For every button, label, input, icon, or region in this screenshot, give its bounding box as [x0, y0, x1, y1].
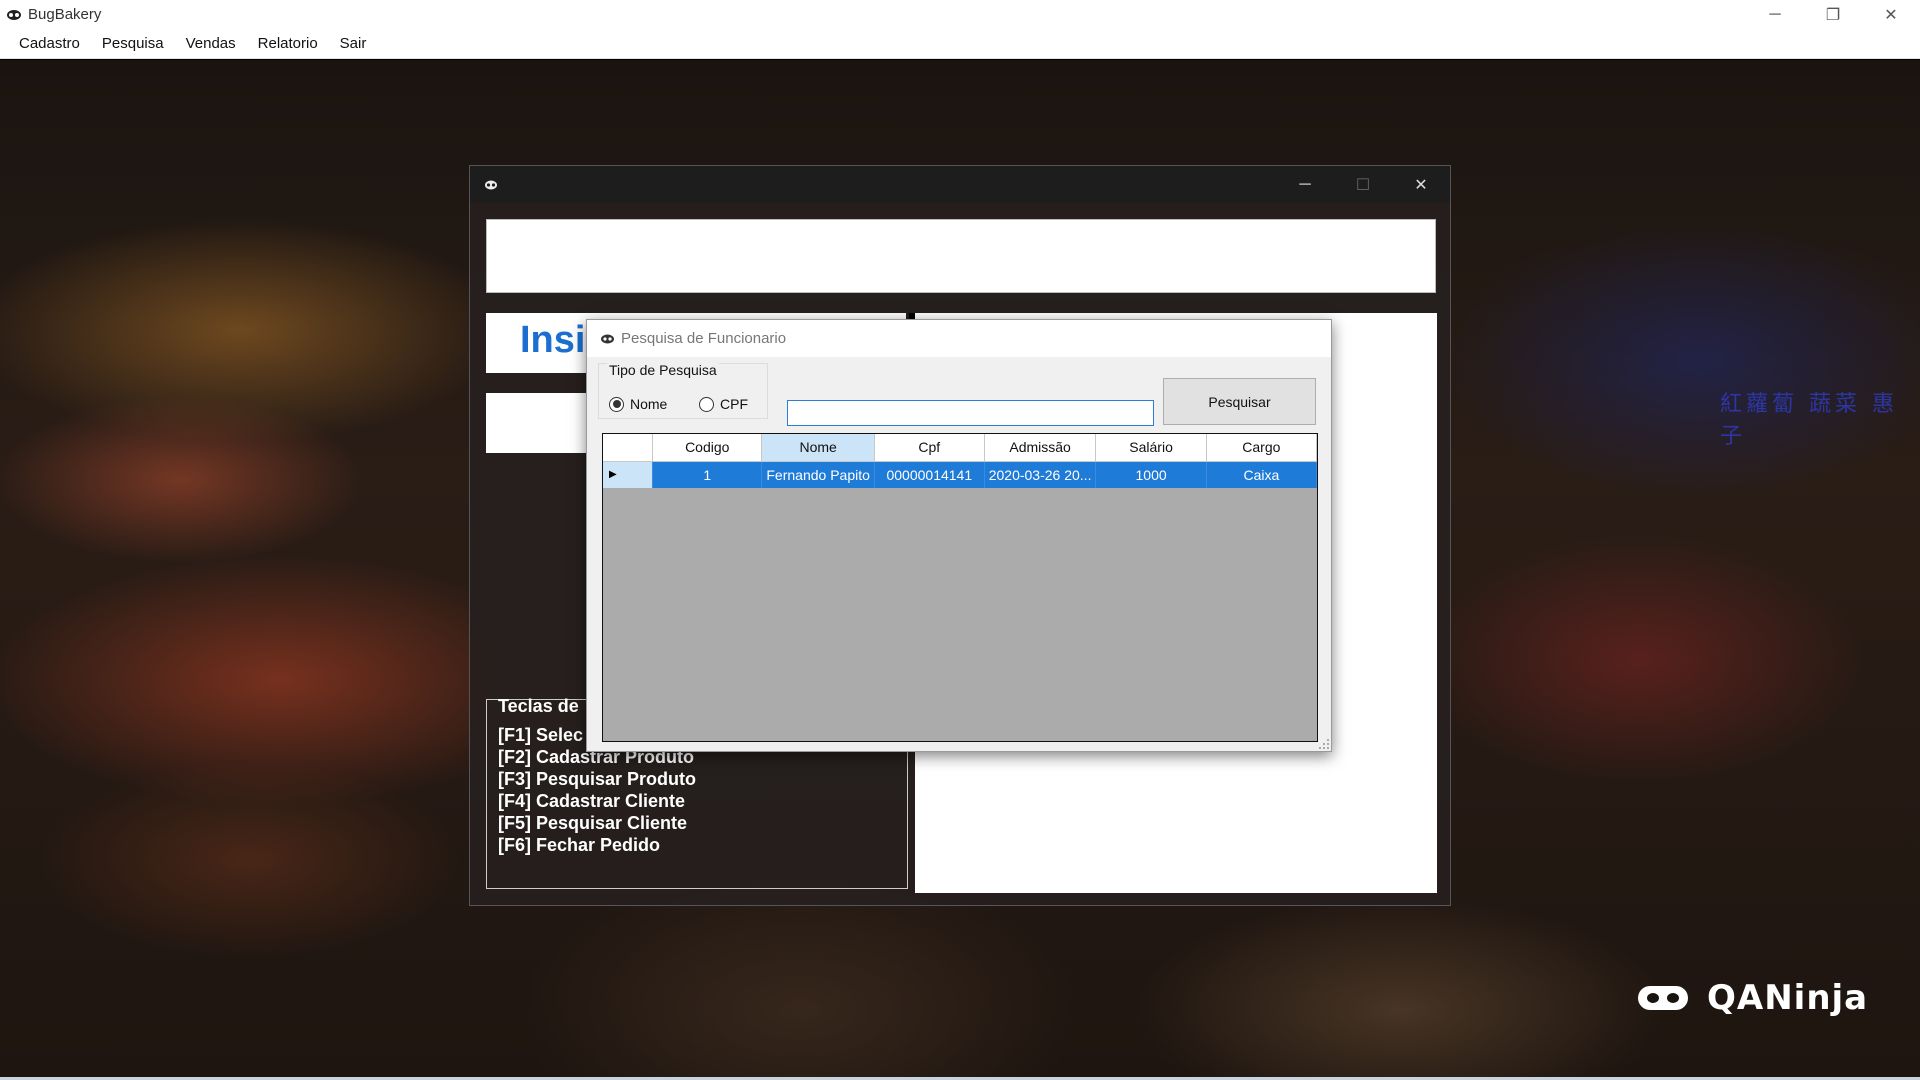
app-title: BugBakery — [28, 6, 102, 23]
menu-item-relatorio[interactable]: Relatorio — [247, 29, 329, 59]
resize-grip-icon[interactable] — [1319, 739, 1329, 749]
row-selector-arrow-icon[interactable]: ▶ — [603, 461, 654, 488]
minimize-icon[interactable]: ─ — [1746, 0, 1804, 29]
top-panel — [486, 219, 1436, 293]
qaninja-mask-icon — [1638, 986, 1688, 1010]
cell-codigo[interactable]: 1 — [652, 461, 763, 488]
dialog-mask-icon — [601, 334, 614, 343]
radio-cpf-label: CPF — [720, 396, 748, 412]
radio-nome[interactable]: Nome — [609, 396, 667, 412]
cell-nome[interactable]: Fernando Papito — [761, 461, 875, 488]
column-header-cargo[interactable]: Cargo — [1206, 434, 1317, 462]
shortcut-f3: [F3] Pesquisar Produto — [498, 769, 697, 789]
column-header-nome[interactable]: Nome — [761, 434, 875, 462]
menu-bar: Cadastro Pesquisa Vendas Relatorio Sair — [0, 29, 1920, 59]
shortcut-f4: [F4] Cadastrar Cliente — [498, 791, 686, 811]
cell-cpf[interactable]: 00000014141 — [874, 461, 985, 488]
cell-admissao[interactable]: 2020-03-26 20... — [984, 461, 1097, 488]
left-header-text: Insi — [520, 319, 586, 361]
shortcut-f6: [F6] Fechar Pedido — [498, 835, 661, 855]
radio-cpf-indicator[interactable] — [699, 396, 714, 412]
column-header-admissao[interactable]: Admissão — [984, 434, 1097, 462]
grid-corner-header — [603, 434, 654, 462]
app-mask-icon — [7, 9, 21, 20]
main-titlebar: BugBakery ─ ❐ ✕ — [0, 0, 1920, 29]
child-minimize-icon[interactable]: ─ — [1276, 166, 1334, 203]
results-grid[interactable]: Codigo Nome Cpf Admissão Salário Cargo ▶… — [602, 433, 1318, 742]
menu-item-cadastro[interactable]: Cadastro — [8, 29, 91, 59]
search-input[interactable] — [787, 400, 1154, 426]
radio-nome-indicator[interactable] — [609, 396, 624, 412]
qaninja-brand: QANinja — [1707, 978, 1869, 1018]
menu-item-pesquisa[interactable]: Pesquisa — [91, 29, 175, 59]
results-table: Codigo Nome Cpf Admissão Salário Cargo ▶… — [603, 434, 1317, 488]
cell-salario[interactable]: 1000 — [1095, 461, 1207, 488]
restore-icon[interactable]: ❐ — [1804, 0, 1862, 29]
dialog-title: Pesquisa de Funcionario — [621, 330, 787, 347]
menu-item-vendas[interactable]: Vendas — [175, 29, 247, 59]
qaninja-logo: QANinja — [1637, 978, 1868, 1018]
radio-cpf[interactable]: CPF — [699, 396, 748, 412]
grid-header-row: Codigo Nome Cpf Admissão Salário Cargo — [603, 434, 1317, 462]
search-button[interactable]: Pesquisar — [1163, 378, 1316, 425]
main-window-controls: ─ ❐ ✕ — [1746, 0, 1920, 29]
close-icon[interactable]: ✕ — [1862, 0, 1920, 29]
table-row[interactable]: ▶ 1 Fernando Papito 00000014141 2020-03-… — [603, 461, 1317, 488]
radio-nome-label: Nome — [630, 396, 668, 412]
cell-cargo[interactable]: Caixa — [1206, 461, 1317, 488]
child-window-icon — [485, 180, 497, 189]
column-header-cpf[interactable]: Cpf — [874, 434, 985, 462]
child-close-icon[interactable]: ✕ — [1392, 166, 1450, 203]
child-maximize-icon[interactable]: ☐ — [1334, 166, 1392, 203]
background-signage: 紅蘿蔔 蔬菜 惠子 — [1720, 392, 1898, 449]
menu-item-sair[interactable]: Sair — [329, 29, 378, 59]
shortcuts-title: Teclas de — [498, 696, 579, 716]
shortcut-f5: [F5] Pesquisar Cliente — [498, 813, 688, 833]
column-header-salario[interactable]: Salário — [1095, 434, 1207, 462]
child-window-controls: ─ ☐ ✕ — [1276, 166, 1450, 203]
column-header-codigo[interactable]: Codigo — [652, 434, 763, 462]
dialog-titlebar: Pesquisa de Funcionario — [587, 320, 1331, 357]
search-type-label: Tipo de Pesquisa — [607, 362, 719, 378]
employee-search-dialog: Pesquisa de Funcionario Tipo de Pesquisa… — [586, 319, 1332, 752]
